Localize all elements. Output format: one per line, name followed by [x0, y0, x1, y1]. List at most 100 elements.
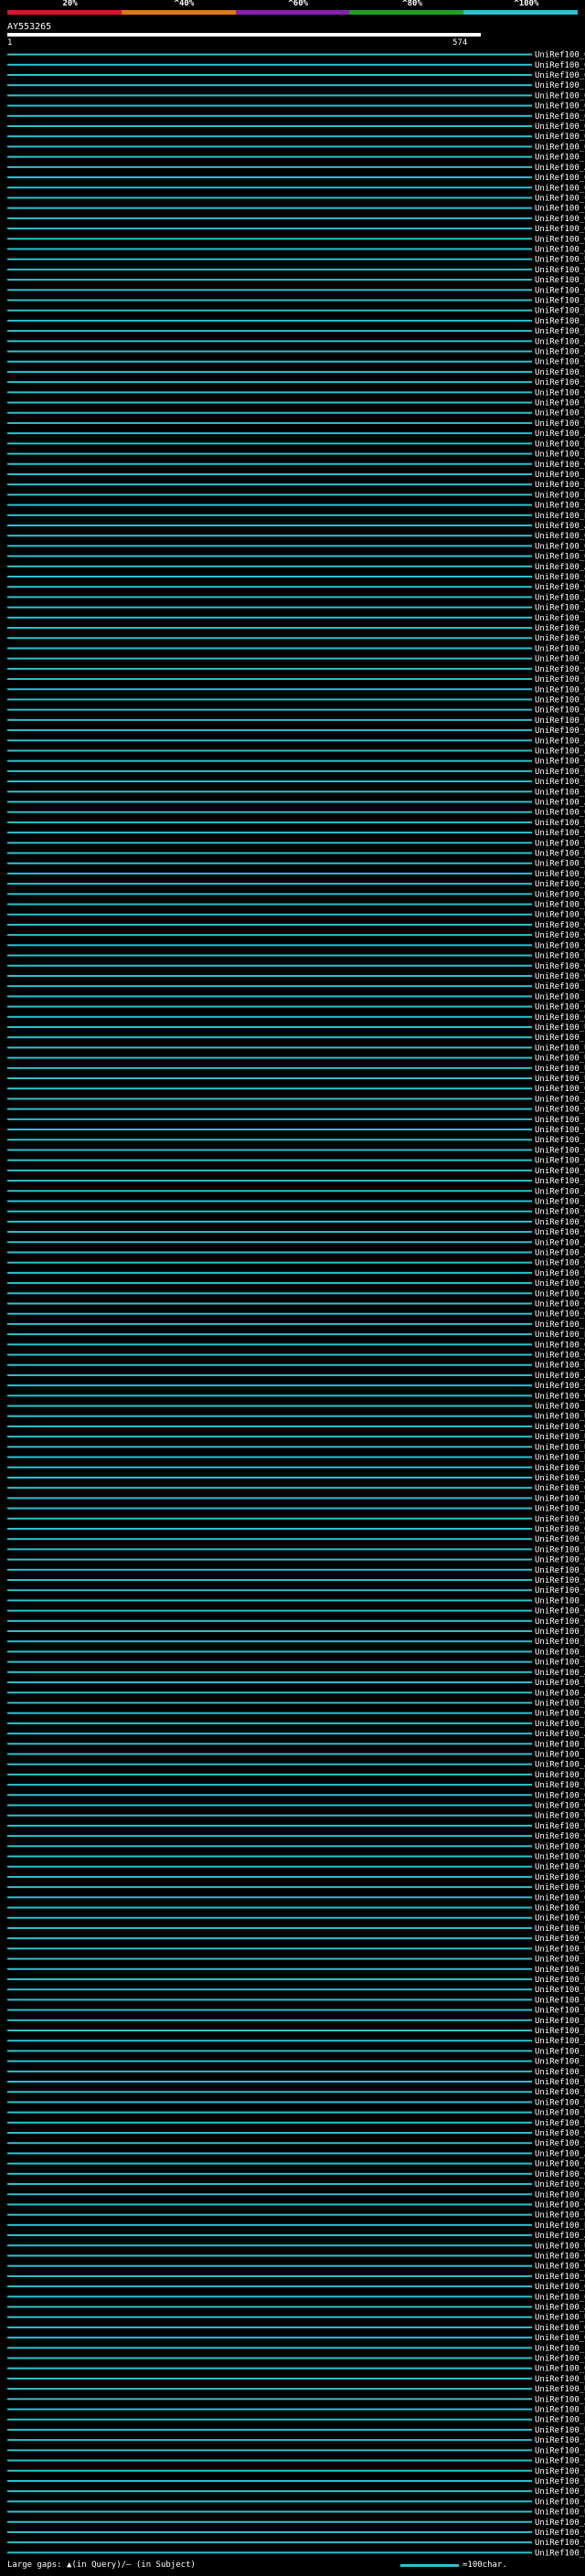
- hit-alignment-bar[interactable]: [7, 1302, 532, 1305]
- hit-alignment-bar[interactable]: [7, 1712, 532, 1714]
- hit-alignment-bar[interactable]: [7, 1108, 532, 1110]
- hit-alignment-bar[interactable]: [7, 1886, 532, 1889]
- hit-alignment-bar[interactable]: [7, 698, 532, 701]
- hit-label[interactable]: UniRef100_UP1000...: [535, 1023, 585, 1033]
- hit-row[interactable]: UniRef100_B9R9N6: [7, 440, 585, 449]
- hit-label[interactable]: UniRef100_B9G3W0: [535, 1454, 585, 1463]
- hit-alignment-bar[interactable]: [7, 472, 532, 475]
- hit-row[interactable]: UniRef100_Q4TBD1: [7, 1310, 585, 1320]
- hit-row[interactable]: UniRef100_B5X1B5: [7, 675, 585, 684]
- hit-row[interactable]: UniRef100_UP1000...: [7, 1976, 585, 1985]
- hit-row[interactable]: UniRef100_UP1000...: [7, 2119, 585, 2128]
- hit-label[interactable]: UniRef100_Q9FTX6: [535, 2365, 585, 2374]
- hit-alignment-bar[interactable]: [7, 913, 532, 916]
- hit-alignment-bar[interactable]: [7, 176, 532, 179]
- hit-label[interactable]: UniRef100_B3TLU4: [535, 409, 585, 419]
- hit-label[interactable]: UniRef100_Q10F26: [535, 266, 585, 275]
- hit-alignment-bar[interactable]: [7, 319, 532, 322]
- hit-row[interactable]: UniRef100_A8ZX0: [7, 624, 585, 633]
- hit-alignment-bar[interactable]: [7, 2439, 532, 2442]
- hit-row[interactable]: UniRef100_A4R2S6: [7, 604, 585, 613]
- hit-row[interactable]: UniRef100_UP1000...: [7, 1413, 585, 1422]
- hit-alignment-bar[interactable]: [7, 1957, 532, 1960]
- hit-label[interactable]: UniRef100_Q42971: [535, 286, 585, 295]
- hit-label[interactable]: UniRef100_UP1000...: [535, 256, 585, 265]
- hit-alignment-bar[interactable]: [7, 1947, 532, 1950]
- hit-label[interactable]: UniRef100_C5LK37: [535, 1382, 585, 1391]
- hit-row[interactable]: UniRef100_Q0V7N3: [7, 1893, 585, 1903]
- hit-label[interactable]: UniRef100_Q8VYG4: [535, 51, 585, 60]
- hit-row[interactable]: UniRef100_P25704: [7, 2344, 585, 2353]
- hit-label[interactable]: UniRef100_Q96656: [535, 583, 585, 592]
- hit-row[interactable]: UniRef100_A4ZDY5: [7, 2231, 585, 2241]
- hit-alignment-bar[interactable]: [7, 2070, 532, 2072]
- hit-alignment-bar[interactable]: [7, 1139, 532, 1141]
- hit-alignment-bar[interactable]: [7, 1967, 532, 1970]
- hit-label[interactable]: UniRef100_P13929-2: [535, 2047, 585, 2056]
- hit-alignment-bar[interactable]: [7, 299, 532, 302]
- hit-label[interactable]: UniRef100_UP1000...: [535, 2098, 585, 2107]
- hit-alignment-bar[interactable]: [7, 1210, 532, 1213]
- hit-row[interactable]: UniRef100_UP1000...: [7, 695, 585, 705]
- hit-row[interactable]: UniRef100_UP1000...: [7, 839, 585, 848]
- hit-row[interactable]: UniRef100_C5JD66: [7, 194, 585, 203]
- hit-row[interactable]: UniRef100_Q5B1J5: [7, 1791, 585, 1800]
- hit-alignment-bar[interactable]: [7, 1599, 532, 1602]
- hit-row[interactable]: UniRef100_B9IJN0: [7, 1720, 585, 1729]
- hit-alignment-bar[interactable]: [7, 370, 532, 373]
- hit-row[interactable]: UniRef100_Q9PVK2: [7, 1208, 585, 1217]
- hit-alignment-bar[interactable]: [7, 555, 532, 557]
- hit-label[interactable]: UniRef100_A4ZDY2: [535, 799, 585, 808]
- hit-alignment-bar[interactable]: [7, 2459, 532, 2462]
- hit-label[interactable]: UniRef100_UP1000...: [535, 1433, 585, 1442]
- hit-row[interactable]: UniRef100_UP1000...: [7, 1924, 585, 1934]
- hit-alignment-bar[interactable]: [7, 657, 532, 660]
- hit-label[interactable]: UniRef100_P15429: [535, 1750, 585, 1759]
- hit-label[interactable]: UniRef100_UP1000...: [535, 1812, 585, 1821]
- hit-row[interactable]: UniRef100_P13929-3: [7, 2058, 585, 2067]
- hit-label[interactable]: UniRef100_UP1000...: [535, 1986, 585, 1995]
- hit-row[interactable]: UniRef100_UP1000...: [7, 1065, 585, 1074]
- hit-row[interactable]: UniRef100_Q03654: [7, 829, 585, 838]
- hit-row[interactable]: UniRef100_A8J9B8: [7, 644, 585, 653]
- hit-label[interactable]: UniRef100_Q3ZC09: [535, 2160, 585, 2169]
- hit-alignment-bar[interactable]: [7, 2398, 532, 2401]
- hit-row[interactable]: UniRef100_Q27527-2: [7, 962, 585, 971]
- hit-label[interactable]: UniRef100_Q6TH14: [535, 2252, 585, 2261]
- hit-label[interactable]: UniRef100_UP1000...: [535, 1924, 585, 1934]
- hit-label[interactable]: UniRef100_Q6J3P9: [535, 388, 585, 398]
- hit-row[interactable]: UniRef100_P17183: [7, 1904, 585, 1913]
- hit-label[interactable]: UniRef100_C4J7E3: [535, 378, 585, 387]
- hit-row[interactable]: UniRef100_UP1000...: [7, 890, 585, 899]
- hit-label[interactable]: UniRef100_P31683: [535, 655, 585, 664]
- hit-alignment-bar[interactable]: [7, 637, 532, 640]
- hit-alignment-bar[interactable]: [7, 2091, 532, 2094]
- hit-label[interactable]: UniRef100_P09104: [535, 1320, 585, 1330]
- hit-row[interactable]: UniRef100_UP1000...: [7, 2508, 585, 2518]
- hit-row[interactable]: UniRef100_C3JQ23: [7, 1659, 585, 1668]
- hit-label[interactable]: UniRef100_B5DQQ6: [535, 2487, 585, 2496]
- hit-label[interactable]: UniRef100_P33676: [535, 1596, 585, 1606]
- hit-label[interactable]: UniRef100_Q9ARL9: [535, 880, 585, 889]
- hit-label[interactable]: UniRef100_Q4TBD1: [535, 1310, 585, 1320]
- hit-label[interactable]: UniRef100_Q6Q7U0: [535, 2200, 585, 2210]
- hit-row[interactable]: UniRef100_UP1000...: [7, 860, 585, 869]
- hit-label[interactable]: UniRef100_A4ZDY5: [535, 2231, 585, 2241]
- hit-row[interactable]: UniRef100_Q4R5L2: [7, 1157, 585, 1166]
- hit-label[interactable]: UniRef100_UP1000...: [535, 1566, 585, 1575]
- hit-label[interactable]: UniRef100_UP1000...: [535, 860, 585, 869]
- hit-alignment-bar[interactable]: [7, 1538, 532, 1541]
- hit-row[interactable]: UniRef100_Q1KN82: [7, 1218, 585, 1227]
- hit-row[interactable]: UniRef100_P06733: [7, 992, 585, 1002]
- hit-row[interactable]: UniRef100_P31683: [7, 655, 585, 664]
- hit-row[interactable]: UniRef100_B0W1N4: [7, 2027, 585, 2036]
- hit-row[interactable]: UniRef100_Q27877: [7, 1883, 585, 1892]
- hit-row[interactable]: UniRef100_Q27727: [7, 1003, 585, 1012]
- hit-label[interactable]: UniRef100_Q17KX5: [535, 1576, 585, 1585]
- hit-alignment-bar[interactable]: [7, 2254, 532, 2257]
- hit-row[interactable]: UniRef100_Q6LRG5: [7, 542, 585, 551]
- hit-label[interactable]: UniRef100_B8LQR0: [535, 491, 585, 500]
- hit-label[interactable]: UniRef100_Q6PC12: [535, 921, 585, 930]
- hit-alignment-bar[interactable]: [7, 1425, 532, 1427]
- hit-row[interactable]: UniRef100_C1FEB5: [7, 573, 585, 582]
